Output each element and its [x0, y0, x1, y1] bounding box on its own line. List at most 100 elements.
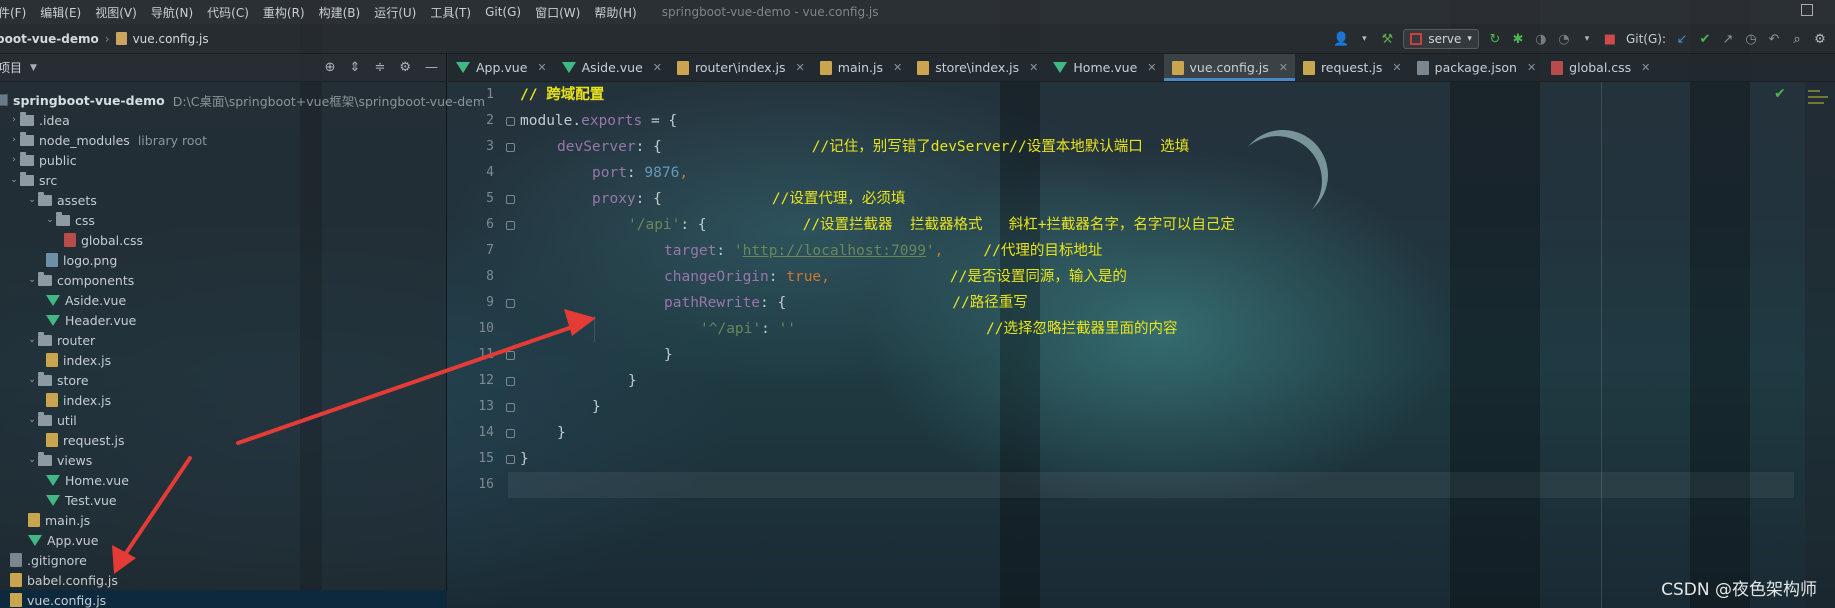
close-icon[interactable]: ✕	[1029, 61, 1038, 74]
close-icon[interactable]: ✕	[537, 61, 546, 74]
menu-run[interactable]: 运行(U)	[367, 4, 423, 21]
minimap[interactable]	[1805, 82, 1835, 608]
fold-marker-icon[interactable]	[506, 299, 515, 308]
menu-tools[interactable]: 工具(T)	[423, 4, 478, 21]
tab-main-js[interactable]: main.js ✕	[812, 54, 909, 81]
close-icon[interactable]: ✕	[1527, 61, 1536, 74]
tree-file[interactable]: babel.config.js	[0, 570, 447, 590]
tab-router-index-js[interactable]: router\index.js ✕	[669, 54, 812, 81]
no-problems-check-icon[interactable]: ✔	[1774, 86, 1786, 102]
close-icon[interactable]: ✕	[796, 61, 805, 74]
tab-global-css[interactable]: global.css ✕	[1543, 54, 1657, 81]
breadcrumb-file[interactable]: vue.config.js	[133, 32, 209, 46]
collapse-all-icon[interactable]: ≑	[374, 60, 385, 75]
tree-file[interactable]: App.vue	[0, 530, 447, 550]
fold-marker-icon[interactable]	[506, 377, 515, 386]
code-editor[interactable]: // 跨域配置 module.exports = { devServer: {/…	[506, 82, 1788, 608]
build-hammer-icon[interactable]: ⚒	[1380, 32, 1394, 47]
more-run-icon[interactable]: ▾	[1580, 32, 1594, 46]
tree-file[interactable]: Test.vue	[0, 490, 447, 510]
fold-marker-icon[interactable]	[506, 455, 515, 464]
tree-folder[interactable]: ⌄ router	[0, 330, 447, 350]
tab-vue-config-js[interactable]: vue.config.js ✕	[1163, 54, 1296, 81]
tree-folder[interactable]: › node_modules library root	[0, 130, 447, 150]
menu-help[interactable]: 帮助(H)	[587, 4, 643, 21]
tab-request-js[interactable]: request.js ✕	[1295, 54, 1409, 81]
tree-folder[interactable]: › .idea	[0, 110, 447, 130]
fold-marker-icon[interactable]	[506, 195, 515, 204]
breadcrumb-project[interactable]: boot-vue-demo	[0, 32, 99, 46]
restore-window-icon[interactable]	[1801, 4, 1813, 16]
close-icon[interactable]: ✕	[1641, 61, 1650, 74]
menu-code[interactable]: 代码(C)	[200, 4, 256, 21]
tree-file[interactable]: main.js	[0, 510, 447, 530]
settings-gear-icon[interactable]: ⚙	[1813, 32, 1827, 47]
git-rollback-icon[interactable]: ↶	[1767, 32, 1781, 47]
git-commit-icon[interactable]: ✔	[1698, 32, 1712, 47]
menu-edit[interactable]: 编辑(E)	[33, 4, 88, 21]
tree-folder[interactable]: ⌄ views	[0, 450, 447, 470]
tree-file[interactable]: .gitignore	[0, 550, 447, 570]
close-icon[interactable]: ✕	[1392, 61, 1401, 74]
tab-home-vue[interactable]: Home.vue ✕	[1045, 54, 1163, 81]
close-icon[interactable]: ✕	[653, 61, 662, 74]
chevron-down-icon[interactable]: ▼	[30, 63, 37, 73]
tree-root[interactable]: springboot-vue-demo D:\C桌面\springboot+vu…	[0, 90, 485, 110]
menu-view[interactable]: 视图(V)	[88, 4, 144, 21]
tree-file[interactable]: logo.png	[0, 250, 447, 270]
gear-icon[interactable]: ⚙	[399, 60, 411, 75]
run-config-select[interactable]: serve ▾	[1403, 29, 1479, 49]
user-icon[interactable]: 👤	[1333, 32, 1349, 47]
git-history-icon[interactable]: ◷	[1744, 32, 1758, 47]
close-icon[interactable]: ✕	[1279, 61, 1288, 74]
tree-file[interactable]: index.js	[0, 350, 447, 370]
tree-folder[interactable]: ⌄ css	[0, 210, 447, 230]
menu-build[interactable]: 构建(B)	[312, 4, 368, 21]
profiler-icon[interactable]: ◔	[1557, 32, 1571, 47]
tree-folder[interactable]: ⌄ store	[0, 370, 447, 390]
tree-label: router	[57, 332, 96, 348]
tab-store-index-js[interactable]: store\index.js ✕	[909, 54, 1045, 81]
hide-panel-icon[interactable]: —	[425, 60, 438, 75]
tree-file[interactable]: Home.vue	[0, 470, 447, 490]
debug-icon[interactable]: ✱	[1511, 32, 1525, 47]
close-icon[interactable]: ✕	[1147, 61, 1156, 74]
search-icon[interactable]: ⌕	[1790, 32, 1804, 47]
tree-folder[interactable]: ⌄ src	[0, 170, 447, 190]
menu-window[interactable]: 窗口(W)	[528, 4, 587, 21]
expand-all-icon[interactable]: ⇕	[350, 60, 361, 75]
tree-file-selected[interactable]: vue.config.js	[0, 590, 447, 608]
fold-marker-icon[interactable]	[506, 221, 515, 230]
fold-marker-icon[interactable]	[506, 403, 515, 412]
tab-app-vue[interactable]: App.vue ✕	[448, 54, 554, 81]
project-panel-title[interactable]: 项目	[0, 59, 22, 76]
fold-marker-icon[interactable]	[506, 117, 515, 126]
stop-icon[interactable]: ■	[1603, 32, 1617, 47]
fold-marker-icon[interactable]	[506, 351, 515, 360]
locate-file-icon[interactable]: ⊕	[325, 60, 336, 75]
tree-file[interactable]: index.js	[0, 390, 447, 410]
coverage-icon[interactable]: ◑	[1534, 32, 1548, 47]
fold-marker-icon[interactable]	[506, 429, 515, 438]
tree-folder[interactable]: ⌄ assets	[0, 190, 447, 210]
tree-folder[interactable]: ⌄ util	[0, 410, 447, 430]
git-push-icon[interactable]: ↗	[1721, 32, 1735, 47]
tab-aside-vue[interactable]: Aside.vue ✕	[554, 54, 669, 81]
menu-refactor[interactable]: 重构(R)	[256, 4, 312, 21]
tree-folder[interactable]: ⌄ components	[0, 270, 447, 290]
menu-navigate[interactable]: 导航(N)	[144, 4, 200, 21]
tree-file[interactable]: Header.vue	[0, 310, 447, 330]
menu-file[interactable]: 件(F)	[0, 4, 33, 21]
menu-git[interactable]: Git(G)	[478, 5, 528, 19]
rerun-icon[interactable]: ↻	[1488, 32, 1502, 47]
user-dropdown-icon[interactable]: ▾	[1357, 32, 1371, 46]
tree-folder[interactable]: › public	[0, 150, 447, 170]
fold-marker-icon[interactable]	[506, 143, 515, 152]
git-update-icon[interactable]: ↙	[1675, 32, 1689, 47]
tree-file[interactable]: Aside.vue	[0, 290, 447, 310]
tab-package-json[interactable]: package.json ✕	[1409, 54, 1544, 81]
tree-file[interactable]: request.js	[0, 430, 447, 450]
url-link[interactable]: http://localhost:7099	[743, 243, 926, 259]
close-icon[interactable]: ✕	[893, 61, 902, 74]
tree-file[interactable]: global.css	[0, 230, 447, 250]
